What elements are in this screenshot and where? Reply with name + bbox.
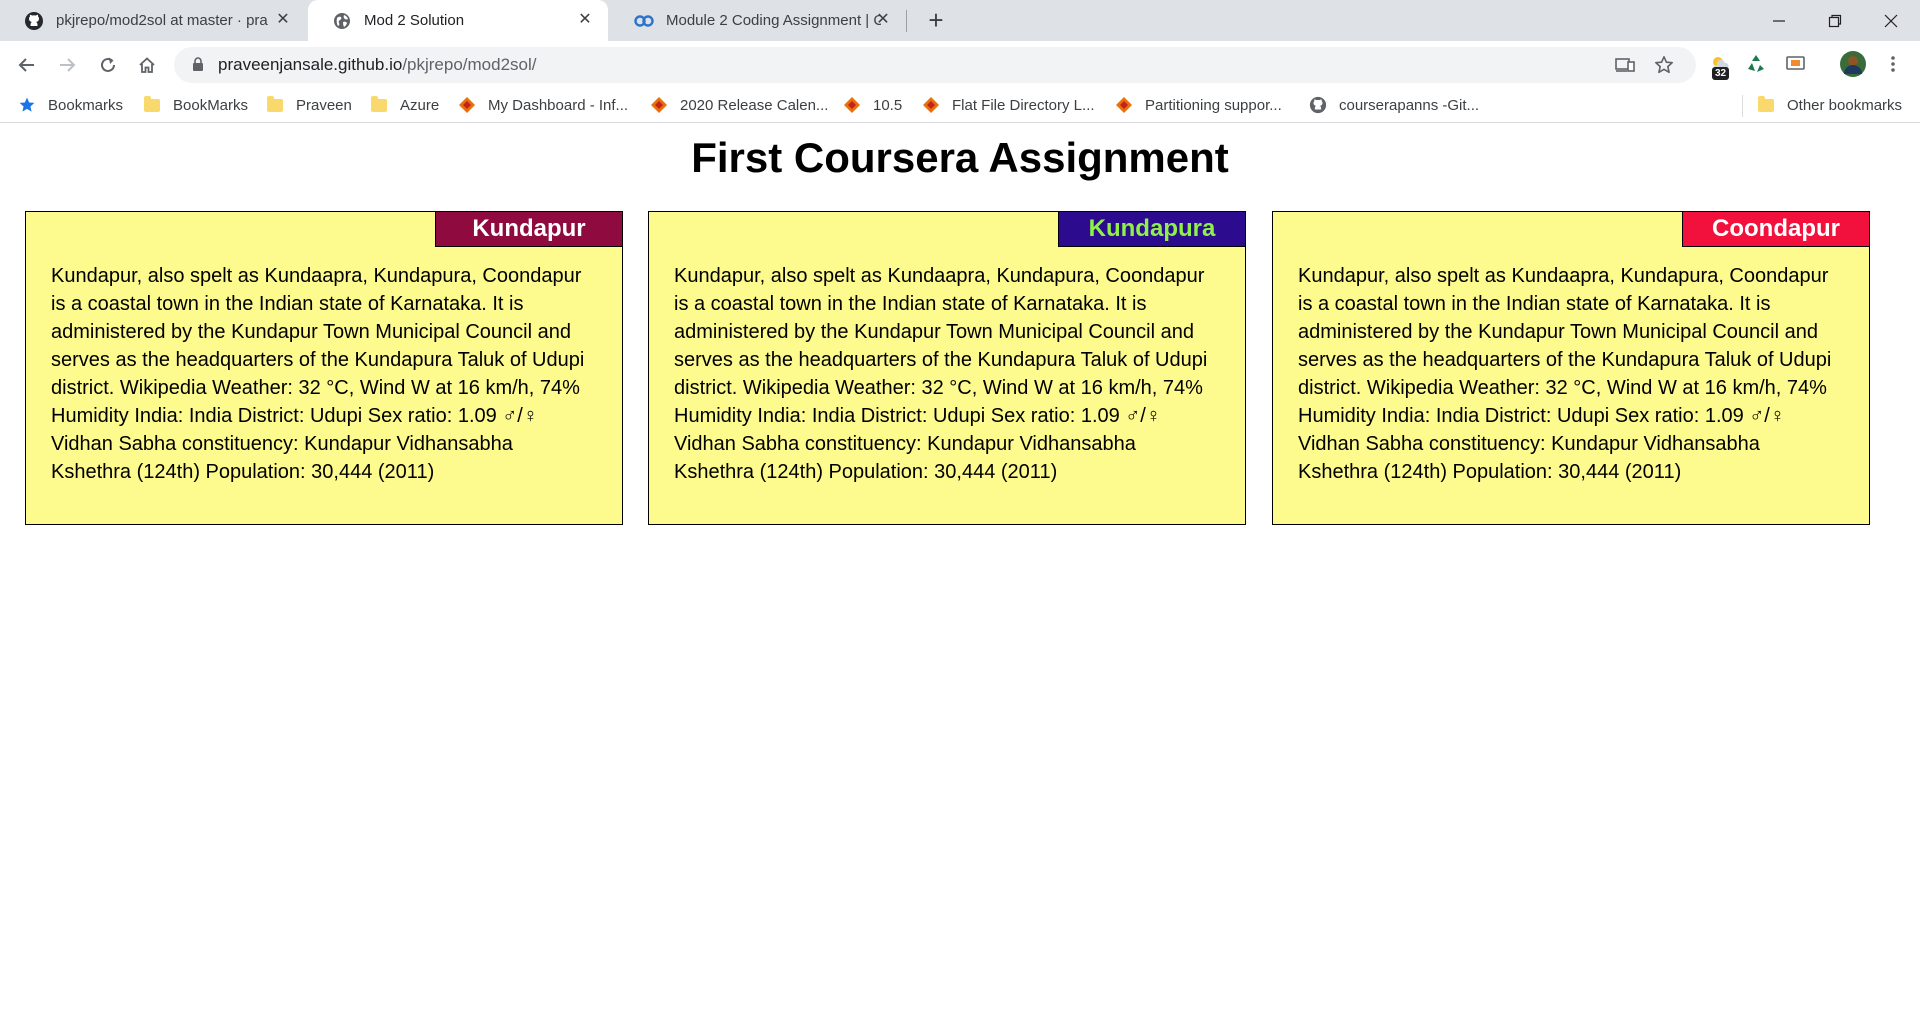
bookmark-label: Flat File Directory L... [952,96,1095,114]
card-text: Kundapur, also spelt as Kundaapra, Kunda… [674,265,1208,483]
close-window-button[interactable] [1862,0,1920,41]
section-card: Coondapur Kundapur, also spelt as Kundaa… [1272,211,1870,525]
diamond-icon [650,96,668,114]
bookmark-label: My Dashboard - Inf... [488,96,629,114]
tab-strip: pkjrepo/mod2sol at master · pra ✕ Mod 2 … [0,0,1920,41]
bookmark-folder[interactable]: Praveen [266,94,352,116]
star-icon [18,96,36,114]
home-button[interactable] [131,49,163,81]
back-button[interactable] [11,49,43,81]
bookmarks-divider [1742,95,1743,117]
diamond-icon [843,96,861,114]
recycle-extension-icon[interactable] [1741,49,1771,79]
card-text: Kundapur, also spelt as Kundaapra, Kunda… [1298,265,1832,483]
close-tab-icon[interactable]: ✕ [274,11,292,29]
bookmark-item[interactable]: Bookmarks [18,94,123,116]
bookmark-item[interactable]: courserapanns -Git... [1309,94,1479,116]
bookmark-item[interactable]: My Dashboard - Inf... [458,94,628,116]
page-title: First Coursera Assignment [691,134,1229,181]
card-title: Coondapur [1682,211,1870,247]
bookmark-label: Azure [400,96,440,114]
bookmark-label: BookMarks [173,96,249,114]
tab-title: Module 2 Coding Assignment | C [666,12,881,29]
globe-icon [332,11,352,31]
url-host: praveenjansale.github.io [218,55,403,74]
bookmark-folder[interactable]: Azure [370,94,439,116]
close-tab-icon[interactable]: ✕ [874,11,892,29]
close-tab-icon[interactable]: ✕ [576,11,594,29]
minimize-button[interactable] [1750,0,1808,41]
bookmark-label: Bookmarks [48,96,124,114]
bookmark-label: Praveen [296,96,352,114]
folder-icon [370,95,388,114]
weather-extension-icon[interactable]: 32 [1704,49,1734,80]
bookmark-label: Partitioning suppor... [1145,96,1282,114]
restore-button[interactable] [1806,0,1864,41]
tab-coursera[interactable]: Module 2 Coding Assignment | C ✕ [610,0,906,41]
tab-title: pkjrepo/mod2sol at master · pra [56,12,268,29]
section-card: Kundapur Kundapur, also spelt as Kundaap… [25,211,623,525]
bookmark-label: Other bookmarks [1787,96,1903,114]
browser-toolbar: praveenjansale.github.io/pkjrepo/mod2sol… [0,41,1920,88]
folder-icon [266,95,284,114]
bookmark-item[interactable]: Partitioning suppor... [1115,94,1282,116]
bookmark-label: 2020 Release Calen... [680,96,829,114]
github-icon [24,11,44,31]
folder-icon [143,95,161,114]
install-app-icon[interactable] [1614,54,1636,76]
diamond-icon [1115,96,1133,114]
bookmark-item[interactable]: 2020 Release Calen... [650,94,828,116]
bookmark-star-icon[interactable] [1653,54,1675,76]
cast-extension-icon[interactable] [1781,49,1811,79]
folder-icon [1757,95,1775,114]
diamond-icon [922,96,940,114]
bookmarks-bar: Bookmarks BookMarks Praveen Azure My Das… [0,88,1920,123]
section-card: Kundapura Kundapur, also spelt as Kundaa… [648,211,1246,525]
bookmark-item[interactable]: Flat File Directory L... [922,94,1095,116]
extension-badge: 32 [1712,67,1730,80]
diamond-icon [458,96,476,114]
url-path: /pkjrepo/mod2sol/ [402,55,537,74]
github-icon [1309,96,1327,114]
reload-button[interactable] [92,49,124,81]
card-title: Kundapur [435,211,623,247]
tab-github[interactable]: pkjrepo/mod2sol at master · pra ✕ [0,0,306,41]
card-title: Kundapura [1058,211,1246,247]
bookmark-label: courserapanns -Git... [1339,96,1480,114]
tab-mod2-solution[interactable]: Mod 2 Solution ✕ [308,0,608,41]
url-text: praveenjansale.github.io/pkjrepo/mod2sol… [218,55,537,75]
other-bookmarks-folder[interactable]: Other bookmarks [1757,94,1902,116]
bookmark-label: 10.5 [873,96,903,114]
lock-icon [192,57,204,77]
bookmark-folder[interactable]: BookMarks [143,94,248,116]
card-text: Kundapur, also spelt as Kundaapra, Kunda… [51,265,585,483]
address-bar[interactable]: praveenjansale.github.io/pkjrepo/mod2sol… [174,47,1696,83]
menu-kebab-icon[interactable] [1878,49,1908,79]
forward-button[interactable] [51,49,83,81]
tab-title: Mod 2 Solution [364,12,465,29]
tab-divider [906,10,907,32]
new-tab-button[interactable]: + [922,6,950,34]
profile-avatar[interactable] [1838,49,1868,79]
coursera-icon [634,11,654,31]
bookmark-item[interactable]: 10.5 [843,94,902,116]
